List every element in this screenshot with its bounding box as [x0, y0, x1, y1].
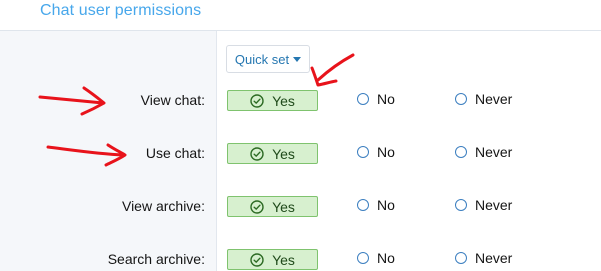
- row-label-view-archive: View archive:: [121, 198, 205, 214]
- view-chat-yes-option[interactable]: Yes: [227, 90, 318, 111]
- panel-header: Chat user permissions: [0, 0, 601, 31]
- radio-empty-icon: [357, 252, 369, 264]
- view-archive-yes-option[interactable]: Yes: [227, 196, 318, 217]
- radio-empty-icon: [357, 146, 369, 158]
- use-chat-yes-option[interactable]: Yes: [227, 143, 318, 164]
- row-label-view-chat: View chat:: [140, 92, 205, 108]
- view-chat-never-option[interactable]: Never: [455, 91, 512, 107]
- red-arrow-3-icon: [310, 53, 355, 87]
- use-chat-no-option[interactable]: No: [357, 144, 395, 160]
- view-archive-no-option[interactable]: No: [357, 197, 395, 213]
- no-label: No: [377, 197, 395, 213]
- quick-set-label: Quick set: [234, 51, 290, 67]
- radio-empty-icon: [357, 199, 369, 211]
- yes-label: Yes: [272, 251, 295, 268]
- radio-empty-icon: [455, 252, 467, 264]
- check-circle-icon: [250, 146, 264, 161]
- no-label: No: [377, 144, 395, 160]
- check-circle-icon: [250, 252, 264, 267]
- view-archive-never-option[interactable]: Never: [455, 197, 512, 213]
- page-title: Chat user permissions: [40, 2, 202, 19]
- radio-empty-icon: [455, 199, 467, 211]
- radio-empty-icon: [455, 146, 467, 158]
- check-circle-icon: [250, 199, 264, 214]
- yes-label: Yes: [272, 198, 295, 215]
- use-chat-never-option[interactable]: Never: [455, 144, 512, 160]
- never-label: Never: [475, 250, 513, 266]
- no-label: No: [377, 91, 395, 107]
- never-label: Never: [475, 144, 513, 160]
- radio-empty-icon: [357, 93, 369, 105]
- yes-label: Yes: [272, 145, 295, 162]
- never-label: Never: [475, 197, 513, 213]
- never-label: Never: [475, 91, 513, 107]
- view-chat-no-option[interactable]: No: [357, 91, 395, 107]
- radio-empty-icon: [455, 93, 467, 105]
- caret-down-icon: [293, 56, 302, 62]
- yes-label: Yes: [272, 92, 295, 109]
- search-archive-never-option[interactable]: Never: [455, 250, 512, 266]
- quick-set-button[interactable]: Quick set: [226, 45, 310, 73]
- row-label-use-chat: Use chat:: [145, 145, 205, 161]
- search-archive-no-option[interactable]: No: [357, 250, 395, 266]
- row-label-search-archive: Search archive:: [107, 251, 205, 267]
- no-label: No: [377, 250, 395, 266]
- check-circle-icon: [250, 93, 264, 108]
- search-archive-yes-option[interactable]: Yes: [227, 249, 318, 270]
